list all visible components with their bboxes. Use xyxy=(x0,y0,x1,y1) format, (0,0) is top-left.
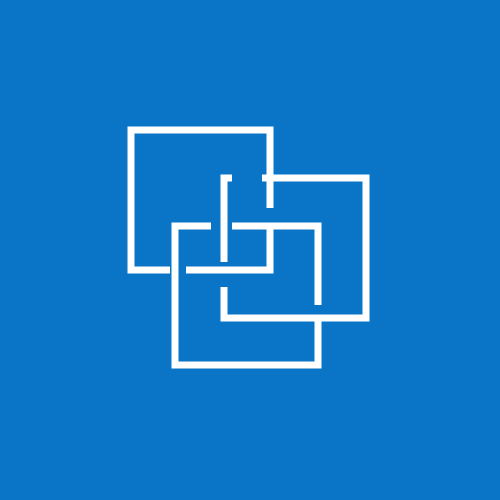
app-tile xyxy=(0,0,500,500)
interlocking-squares-logo-icon xyxy=(0,0,500,500)
tile-background xyxy=(0,0,500,500)
